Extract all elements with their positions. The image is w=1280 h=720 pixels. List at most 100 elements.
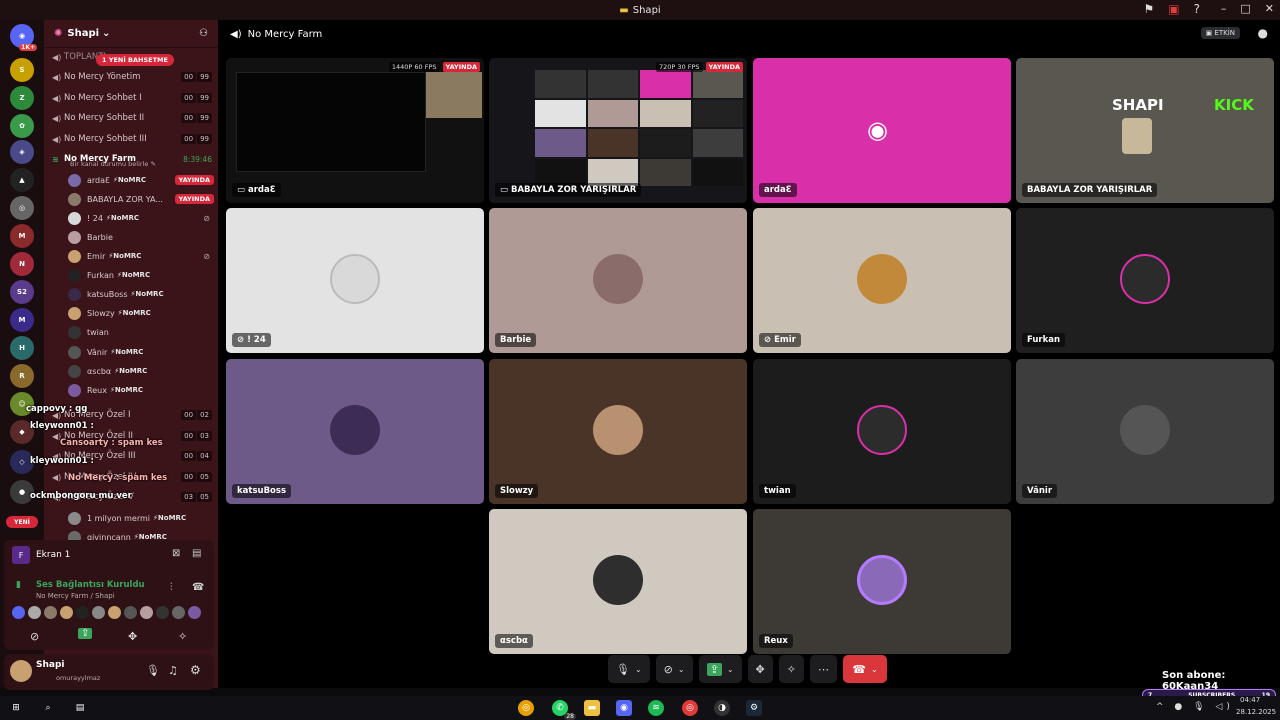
server-icon-10[interactable]: M xyxy=(10,308,34,332)
disconnect-icon[interactable]: ☎ xyxy=(192,582,204,593)
stream-tile[interactable]: 720P 30 FPS YAYINDA ▭ BABAYLA ZOR YARIŞIR… xyxy=(489,58,747,203)
avatar xyxy=(188,606,201,619)
user-count: 00 xyxy=(181,93,197,103)
participant-tile[interactable]: twian xyxy=(753,359,1011,504)
minimize-button[interactable]: – xyxy=(1221,2,1227,15)
mention-pill[interactable]: 1 YENİ BAHSETME xyxy=(96,54,174,66)
server-icon-3[interactable]: ✿ xyxy=(10,114,34,138)
participant-tile[interactable]: Vânir xyxy=(1016,359,1274,504)
microphone-button[interactable]: 🎙 ⌄ xyxy=(608,655,650,683)
user-limit: 03 xyxy=(197,431,212,441)
chevron-down-icon: ⌄ xyxy=(102,28,111,39)
screen-share-icon[interactable]: ▣ xyxy=(1168,2,1179,16)
voice-channel[interactable]: ◀) No Mercy Yönetim 00 99 xyxy=(52,68,214,86)
channel-title: No Mercy Farm xyxy=(247,28,323,40)
microphone-icon[interactable]: 🎙 xyxy=(146,664,160,677)
voice-member[interactable]: αscbα ⚡NoMRC xyxy=(68,362,214,380)
server-icon-9[interactable]: S2 xyxy=(10,280,34,304)
voice-member[interactable]: Emir ⚡NoMRC ⊘ xyxy=(68,247,214,265)
participant-tile[interactable]: αscbα xyxy=(489,509,747,654)
server-icon-4[interactable]: ◈ xyxy=(10,140,34,164)
voice-channel[interactable]: ◀) No Mercy Sohbet III 00 99 xyxy=(52,130,214,148)
new-server-badge[interactable]: YENİ xyxy=(6,516,38,528)
participant-tile[interactable]: ⊘ ! 24 xyxy=(226,208,484,353)
chrome-icon[interactable]: ◎ xyxy=(518,700,534,716)
voice-member[interactable]: twian xyxy=(68,323,214,341)
voice-status[interactable]: Ses Bağlantısı Kuruldu xyxy=(36,580,145,590)
activity-badge[interactable]: ▣ ETKİN xyxy=(1200,27,1240,39)
server-icon-12[interactable]: R xyxy=(10,364,34,388)
stream-settings-icon[interactable]: ▤ xyxy=(192,548,201,559)
voice-member[interactable]: Reux ⚡NoMRC xyxy=(68,381,214,399)
clock[interactable]: 04:47 xyxy=(1240,696,1260,704)
voice-member[interactable]: Vânir ⚡NoMRC xyxy=(68,343,214,361)
add-member-icon[interactable]: ⚇ xyxy=(199,28,208,39)
channel-status-hint[interactable]: Bir kanal durumu belirle ✎ xyxy=(70,160,156,168)
server-icon-11[interactable]: H xyxy=(10,336,34,360)
voice-member[interactable]: Slowzy ⚡NoMRC xyxy=(68,304,214,322)
maximize-button[interactable]: □ xyxy=(1240,2,1250,15)
stream-quality: 720P 30 FPS xyxy=(656,62,703,72)
participant-tile[interactable]: Furkan xyxy=(1016,208,1274,353)
participant-tile[interactable]: Barbie xyxy=(489,208,747,353)
windows-start-icon[interactable]: ⊞ xyxy=(8,700,24,716)
obs-icon[interactable]: ◑ xyxy=(714,700,730,716)
voice-channel[interactable]: ◀) No Mercy Sohbet I 00 99 xyxy=(52,89,214,107)
participant-tile[interactable]: katsuBoss xyxy=(226,359,484,504)
spotify-icon[interactable]: ≋ xyxy=(648,700,664,716)
headphones-icon[interactable]: ♫ xyxy=(168,664,178,677)
search-icon[interactable]: ⌕ xyxy=(40,700,56,716)
system-tray[interactable]: ^ ● 🎙 ◁) xyxy=(1156,702,1234,712)
voice-channel[interactable]: ◀) No Mercy Sohbet II 00 99 xyxy=(52,109,214,127)
share-screen-icon[interactable]: ⇪ xyxy=(78,628,93,639)
chat-bubble-icon[interactable]: ● xyxy=(1258,26,1268,40)
whatsapp-icon[interactable]: ✆ 28 xyxy=(552,700,576,720)
date[interactable]: 28.12.2025 xyxy=(1236,708,1276,716)
voice-member[interactable]: 1 milyon mermi ⚡NoMRC xyxy=(68,509,214,527)
live-badge: YAYINDA xyxy=(705,62,743,72)
participant-tile[interactable]: SHAPI KICK BABAYLA ZOR YARIŞIRLAR xyxy=(1016,58,1274,203)
voice-member[interactable]: katsuBoss ⚡NoMRC xyxy=(68,285,214,303)
activities-icon[interactable]: ✥ xyxy=(128,630,137,643)
server-icon-8[interactable]: N xyxy=(10,252,34,276)
stream-tile[interactable]: 1440P 60 FPS YAYINDA ▭ ardaƐ xyxy=(226,58,484,203)
voice-member[interactable]: ! 24 ⚡NoMRC ⊘ xyxy=(68,209,214,227)
settings-gear-icon[interactable]: ⚙ xyxy=(190,663,201,677)
noise-suppression-icon[interactable]: ⫶ xyxy=(170,582,173,593)
participant-tile[interactable]: Slowzy xyxy=(489,359,747,504)
help-icon[interactable]: ? xyxy=(1194,2,1200,16)
activities-button[interactable]: ✥ xyxy=(747,655,773,683)
chrome-profile-icon[interactable]: ◎ xyxy=(682,700,698,716)
steam-icon[interactable]: ⚙ xyxy=(746,700,762,716)
voice-member[interactable]: BABAYLA ZOR YA... YAYINDA xyxy=(68,190,214,208)
task-view-icon[interactable]: ▤ xyxy=(72,700,88,716)
voice-member[interactable]: Furkan ⚡NoMRC xyxy=(68,266,214,284)
close-button[interactable]: ✕ xyxy=(1265,2,1274,15)
discord-taskbar-icon[interactable]: ◉ xyxy=(616,700,632,716)
file-explorer-icon[interactable]: ▬ xyxy=(584,700,600,716)
disconnect-button[interactable]: ☎ ⌄ xyxy=(842,655,887,683)
more-button[interactable]: ⋯ xyxy=(809,655,837,683)
server-icon-shapi[interactable]: S xyxy=(10,58,34,82)
soundboard-button[interactable]: ✧ xyxy=(778,655,804,683)
server-icon-7[interactable]: M xyxy=(10,224,34,248)
server-icon-2[interactable]: Z xyxy=(10,86,34,110)
inbox-icon[interactable]: ⚑ xyxy=(1144,2,1155,16)
camera-off-icon[interactable]: ⊘ xyxy=(30,630,39,643)
user-avatar[interactable] xyxy=(10,660,32,682)
tile-label: BABAYLA ZOR YARIŞIRLAR xyxy=(1022,183,1158,197)
share-screen-button[interactable]: ⇪ ⌄ xyxy=(698,655,742,683)
stop-stream-icon[interactable]: ⊠ xyxy=(172,548,180,559)
participant-tile[interactable]: Reux xyxy=(753,509,1011,654)
server-header[interactable]: ✺ Shapi ⌄ ⚇ xyxy=(44,20,218,48)
voice-member[interactable]: Barbie xyxy=(68,228,214,246)
voice-member[interactable]: ardaƐ ⚡NoMRC YAYINDA xyxy=(68,171,214,189)
chat-overlay-line: Cansoarty : spam kes xyxy=(60,438,163,448)
home-button[interactable]: ◉ 1K+ xyxy=(10,24,37,51)
server-icon-6[interactable]: ◎ xyxy=(10,196,34,220)
camera-button[interactable]: ⊘ ⌄ xyxy=(655,655,693,683)
participant-tile[interactable]: ⊘ Emir xyxy=(753,208,1011,353)
participant-tile[interactable]: ◉ ardaƐ xyxy=(753,58,1011,203)
soundboard-icon[interactable]: ✧ xyxy=(178,630,187,643)
server-icon-5[interactable]: ▲ xyxy=(10,168,34,192)
